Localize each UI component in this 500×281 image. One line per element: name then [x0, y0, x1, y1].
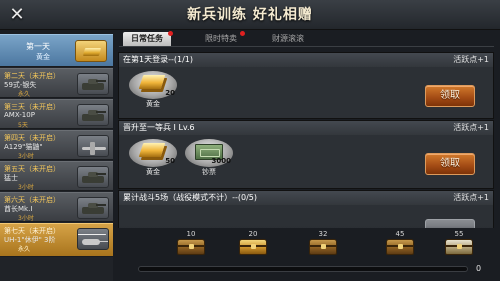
chest-icon [445, 239, 473, 255]
day-reward-name: AMX-10P [4, 111, 35, 119]
reward-gold: 50 黄金 [129, 139, 177, 176]
chest-reward[interactable]: 10 [174, 230, 208, 256]
chest-icon [309, 239, 337, 255]
task-card: 累计战斗5场（战役模式不计）--(0/5) 活跃点+1 [118, 190, 494, 228]
activity-points: 活跃点+1 [453, 123, 489, 132]
activity-points: 活跃点+1 [453, 193, 489, 202]
reward-label: 钞票 [202, 168, 216, 176]
sidebar-item-day-5[interactable]: 第五天（未开启） 猛士 3小时 [0, 161, 113, 191]
activity-points: 活跃点+1 [453, 55, 489, 64]
claim-button[interactable]: 领取 [425, 153, 475, 175]
chest-threshold: 32 [318, 230, 328, 238]
chest-threshold: 20 [248, 230, 258, 238]
reward-label: 黄金 [146, 168, 160, 176]
task-header: 在第1天登录--(1/1) 活跃点+1 [119, 53, 493, 67]
chest-reward[interactable]: 20 [236, 230, 270, 256]
sidebar-item-day-2[interactable]: 第二天（未开启） 59式-银失 永久 [0, 68, 113, 98]
chest-threshold: 10 [186, 230, 196, 238]
sidebar-item-day-1[interactable]: 第一天 黄金 [0, 34, 113, 67]
tab-fortune[interactable]: 财源滚滚 [261, 32, 315, 46]
tank-icon [77, 73, 109, 95]
day-duration: 永久 [18, 246, 31, 253]
reward-cash: 3000 钞票 [185, 139, 233, 176]
task-title: 在第1天登录--(1/1) [123, 55, 193, 64]
reward-gold: 20 黄金 [129, 71, 177, 108]
chest-icon [239, 239, 267, 255]
tab-daily-tasks[interactable]: 日常任务 [123, 31, 173, 46]
sidebar-item-day-6[interactable]: 第六天（未开启） 酋长Mk.I 3小时 [0, 192, 113, 222]
reward-count: 50 [165, 157, 175, 165]
day-duration: 3小时 [18, 153, 34, 160]
chest-icon [386, 239, 414, 255]
chest-reward[interactable]: 32 [306, 230, 340, 256]
chest-reward[interactable]: 45 [383, 230, 417, 256]
day-duration: 3小时 [18, 215, 34, 222]
chest-icon [177, 239, 205, 255]
activity-progress: 10 20 32 45 55 0 [118, 226, 494, 281]
tab-label: 限时特卖 [205, 34, 237, 43]
task-card: 晋升至一等兵 I Lv.6 活跃点+1 50 黄金 3000 钞票 领取 [118, 120, 494, 189]
notification-dot-icon [240, 31, 245, 36]
notification-dot-icon [168, 31, 173, 36]
helicopter-icon [77, 228, 109, 250]
plane-icon [77, 135, 109, 157]
reward-count: 20 [165, 89, 175, 97]
reward-label: 黄金 [146, 100, 160, 108]
tab-label: 财源滚滚 [272, 34, 304, 43]
tank-icon [77, 197, 109, 219]
sidebar-item-day-4[interactable]: 第四天（未开启） A129"猫鼬" 3小时 [0, 130, 113, 160]
day-duration: 永久 [18, 91, 31, 98]
reward-count: 3000 [211, 157, 231, 165]
task-list: 在第1天登录--(1/1) 活跃点+1 20 黄金 领取 晋升至一等兵 I Lv… [118, 52, 494, 228]
sidebar-item-day-7[interactable]: 第七天（未开启） UH-1"休伊" 3阶 永久 [0, 223, 113, 257]
close-icon[interactable]: ✕ [6, 4, 28, 26]
gold-icon [138, 75, 166, 89]
jeep-icon [77, 166, 109, 188]
progress-value: 0 [476, 264, 482, 273]
chest-threshold: 55 [454, 230, 464, 238]
day-sidebar: 第一天 黄金 第二天（未开启） 59式-银失 永久 第三天（未开启） AMX-1… [0, 34, 113, 281]
day-duration: 5天 [18, 122, 28, 129]
tab-bar: 日常任务 限时特卖 财源滚滚 [119, 30, 494, 47]
sidebar-item-day-3[interactable]: 第三天（未开启） AMX-10P 5天 [0, 99, 113, 129]
apc-icon [77, 104, 109, 126]
day-duration: 3小时 [18, 184, 34, 191]
chest-reward[interactable]: 55 [442, 230, 476, 256]
day-reward-name: 猛士 [4, 174, 18, 182]
task-title: 晋升至一等兵 I Lv.6 [123, 123, 195, 132]
top-bar: ✕ 新兵训练 好礼相赠 [0, 0, 500, 30]
task-card: 在第1天登录--(1/1) 活跃点+1 20 黄金 领取 [118, 52, 494, 119]
tab-limited-sale[interactable]: 限时特卖 [193, 31, 249, 46]
day-title: 第一天 [26, 42, 50, 51]
gold-icon [75, 40, 107, 62]
page-title: 新兵训练 好礼相赠 [187, 7, 313, 23]
task-title: 累计战斗5场（战役模式不计）--(0/5) [123, 193, 257, 202]
day-reward-name: 黄金 [36, 53, 50, 61]
task-header: 累计战斗5场（战役模式不计）--(0/5) 活跃点+1 [119, 191, 493, 205]
chest-threshold: 45 [395, 230, 405, 238]
task-header: 晋升至一等兵 I Lv.6 活跃点+1 [119, 121, 493, 135]
gold-icon [138, 143, 166, 157]
claim-button[interactable]: 领取 [425, 85, 475, 107]
progress-bar [138, 266, 468, 272]
tab-label: 日常任务 [131, 34, 163, 43]
